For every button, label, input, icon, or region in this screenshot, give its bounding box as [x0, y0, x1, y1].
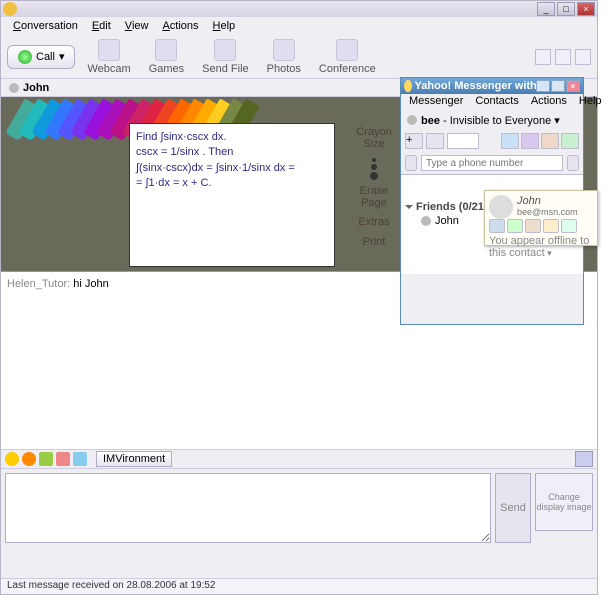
send-button[interactable]: Send — [495, 473, 531, 543]
erase-page-button[interactable]: Erase Page — [351, 186, 397, 209]
sendfile-button[interactable]: Send File — [196, 37, 254, 77]
menu-conversation[interactable]: CConversationonversation — [7, 19, 84, 33]
call-button[interactable]: Call ▾ — [7, 45, 75, 69]
message-sender: Helen_Tutor: — [7, 278, 70, 290]
app-icon — [3, 2, 17, 16]
avatar — [489, 195, 513, 219]
phone-number-input[interactable] — [421, 155, 563, 171]
sendfile-icon — [214, 39, 236, 61]
tooltip-status: You appear offline to this contact ▾ — [489, 235, 593, 259]
crayon-size-button[interactable]: Crayon Size — [351, 127, 397, 150]
menu-actions[interactable]: Actions — [156, 19, 204, 33]
input-area: Send Change display image — [1, 469, 597, 547]
font-icon[interactable] — [56, 452, 70, 466]
chevron-down-icon: ▾ — [59, 50, 65, 63]
ym-presence-icon — [407, 115, 417, 125]
buzz-icon[interactable] — [39, 452, 53, 466]
webcam-button[interactable]: Webcam — [81, 37, 136, 77]
ym-search-input[interactable] — [447, 133, 479, 149]
conference-button[interactable]: Conference — [313, 37, 382, 77]
user-picture-icon[interactable] — [575, 451, 593, 467]
ym-sms-button[interactable] — [426, 133, 444, 149]
maximize-button[interactable]: □ — [557, 2, 575, 16]
titlebar[interactable]: _ □ × — [1, 1, 597, 17]
wb-line: ∫(sinx·cscx)dx = ∫sinx·1/sinx dx = — [136, 161, 328, 176]
contact-tooltip: John bee@msn.com You appear offline to t… — [484, 190, 598, 246]
contact-presence-icon — [421, 216, 431, 226]
toolbar: Call ▾ Webcam Games Send File Photos Con… — [1, 35, 597, 79]
ym-toolbar: + — [401, 130, 583, 152]
call-label: Call — [36, 51, 55, 63]
message-text: hi John — [73, 278, 108, 290]
phone-icon — [18, 50, 32, 64]
print-button[interactable]: Print — [351, 237, 397, 249]
photos-button[interactable]: Photos — [261, 37, 307, 77]
ym-menubar: Messenger Contacts Actions Help — [401, 94, 583, 110]
games-button[interactable]: Games — [143, 37, 190, 77]
imvironment-button[interactable]: IMVironment — [96, 451, 172, 467]
im-icon[interactable] — [489, 219, 505, 233]
presence-icon — [9, 83, 19, 93]
mail-icon[interactable] — [501, 133, 519, 149]
status-bar: Last message received on 28.08.2006 at 1… — [1, 578, 597, 594]
ym-maximize-button[interactable]: □ — [551, 80, 565, 92]
message-input[interactable] — [5, 473, 491, 543]
smiley-icon[interactable] — [5, 452, 19, 466]
menubar: CConversationonversation Edit View Actio… — [1, 17, 597, 35]
radio-icon[interactable] — [541, 133, 559, 149]
photos-icon — [273, 39, 295, 61]
profile-icon[interactable] — [561, 219, 577, 233]
ym-title-text: Yahoo! Messenger with Voice (BETA) — [415, 80, 536, 92]
video-icon[interactable] — [525, 219, 541, 233]
whiteboard-controls: Crayon Size Erase Page Extras Print — [351, 127, 397, 256]
launchcast-icon[interactable] — [561, 133, 579, 149]
ym-app-icon — [404, 80, 412, 92]
crayon-palette[interactable] — [7, 97, 393, 123]
wb-line: cscx = 1/sinx . Then — [136, 145, 328, 160]
menu-edit[interactable]: Edit — [86, 19, 117, 33]
whiteboard[interactable]: Find ∫sinx·cscx dx. cscx = 1/sinx . Then… — [129, 123, 335, 267]
tooltip-email: bee@msn.com — [517, 207, 593, 217]
call-icon[interactable] — [507, 219, 523, 233]
options-icon[interactable] — [575, 49, 591, 65]
games-icon — [155, 39, 177, 61]
color-icon[interactable] — [73, 452, 87, 466]
phone-dial-button[interactable] — [567, 155, 579, 171]
format-bar: IMVironment — [1, 449, 597, 469]
ym-minimize-button[interactable]: _ — [536, 80, 550, 92]
add-contact-button[interactable]: + — [405, 133, 423, 149]
ym-close-button[interactable]: × — [566, 80, 580, 92]
calendar-icon[interactable] — [521, 133, 539, 149]
change-display-image[interactable]: Change display image — [535, 473, 593, 531]
participant-name: John — [23, 82, 49, 94]
minimize-button[interactable]: _ — [537, 2, 555, 16]
menu-help[interactable]: Help — [207, 19, 242, 33]
ym-phone-bar — [401, 152, 583, 174]
extras-button[interactable]: Extras — [351, 217, 397, 229]
ym-menu-contacts[interactable]: Contacts — [471, 95, 522, 109]
close-button[interactable]: × — [577, 2, 595, 16]
more-icon[interactable] — [543, 219, 559, 233]
expand-icon — [405, 205, 413, 209]
ym-titlebar[interactable]: Yahoo! Messenger with Voice (BETA) _ □ × — [401, 78, 583, 94]
wb-line: = ∫1·dx = x + C. — [136, 176, 328, 191]
webcam-icon — [98, 39, 120, 61]
contact-name: John — [435, 215, 459, 227]
ym-menu-messenger[interactable]: Messenger — [405, 95, 467, 109]
favorite-icon[interactable] — [555, 49, 571, 65]
history-icon[interactable] — [535, 49, 551, 65]
menu-view[interactable]: View — [119, 19, 155, 33]
conference-icon — [336, 39, 358, 61]
phone-call-button[interactable] — [405, 155, 417, 171]
ym-menu-actions[interactable]: Actions — [527, 95, 571, 109]
emoticon-icon[interactable] — [22, 452, 36, 466]
ym-status-row[interactable]: bee - Invisible to Everyone ▾ — [401, 110, 583, 130]
wb-line: Find ∫sinx·cscx dx. — [136, 130, 328, 145]
ym-menu-help[interactable]: Help — [575, 95, 606, 109]
